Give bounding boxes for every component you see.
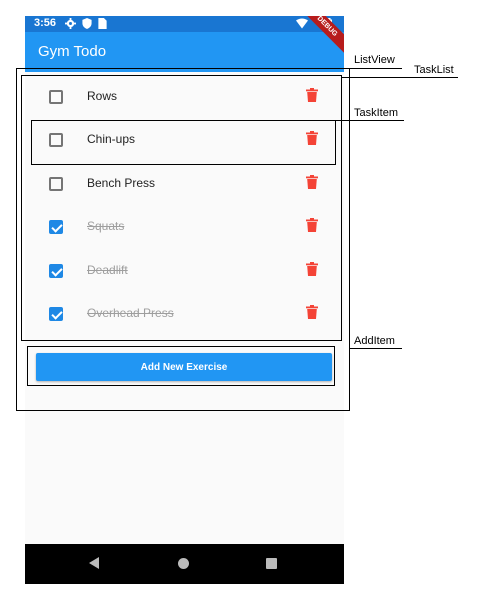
annotation-line (342, 77, 458, 78)
app-bar: Gym Todo (25, 32, 344, 72)
gear-icon (65, 18, 76, 29)
annotation-listview: ListView (354, 54, 395, 66)
navigation-bar (25, 544, 344, 584)
annotation-additem: AddItem (354, 335, 395, 347)
wifi-icon (296, 18, 308, 29)
recents-icon[interactable] (266, 558, 277, 569)
annotation-tasklist: TaskList (414, 64, 454, 76)
status-bar: 3:56 (25, 16, 344, 32)
annotation-taskitem: TaskItem (354, 107, 399, 119)
annotation-line (350, 348, 402, 349)
home-icon[interactable] (178, 558, 189, 569)
annotation-line (350, 68, 402, 69)
tasklist-outline (21, 75, 342, 341)
taskitem-outline (31, 120, 336, 165)
shield-icon (82, 18, 92, 29)
additem-outline (27, 346, 335, 386)
status-time: 3:56 (34, 17, 57, 29)
sim-card-icon (98, 18, 107, 29)
back-icon[interactable] (89, 557, 99, 569)
page-title: Gym Todo (38, 43, 107, 60)
annotation-line (336, 120, 404, 121)
